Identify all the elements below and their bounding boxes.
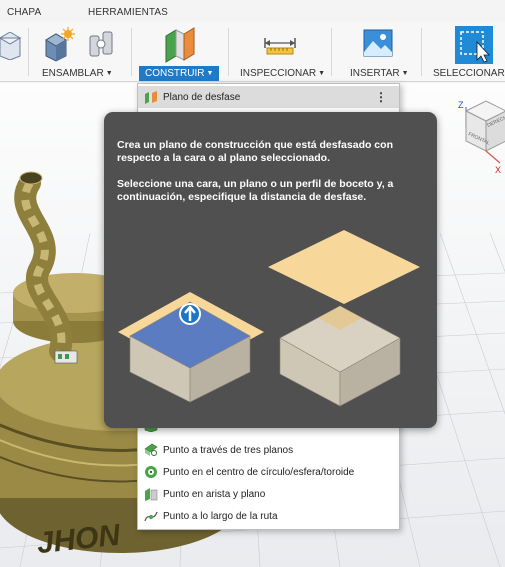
tab-chapa[interactable]: CHAPA bbox=[7, 7, 41, 18]
menu-item-label: Punto a lo largo de la ruta bbox=[163, 510, 278, 522]
measure-icon[interactable] bbox=[263, 34, 297, 56]
ribbon-separator bbox=[331, 28, 332, 76]
menu-item-label: Punto en arista y plano bbox=[163, 488, 266, 500]
menu-item-plano-de-desfase[interactable]: Plano de desfase ⋮ bbox=[138, 86, 399, 108]
insert-image-icon[interactable] bbox=[362, 28, 394, 58]
point-edge-plane-icon bbox=[145, 488, 158, 501]
caret-down-icon: ▼ bbox=[318, 70, 326, 77]
tooltip-description: Crea un plano de construcción que está d… bbox=[117, 139, 393, 164]
menu-item-punto-tres-planos[interactable]: Punto a través de tres planos bbox=[138, 439, 399, 461]
menu-item-label: Punto en el centro de círculo/esfera/tor… bbox=[163, 466, 355, 478]
ribbon-separator bbox=[28, 28, 29, 76]
seleccionar-label: SELECCIONAR bbox=[433, 68, 505, 79]
tooltip-instructions: Seleccione una cara, un plano o un perfi… bbox=[117, 178, 394, 203]
tooltip-offset-plane: Crea un plano de construcción que está d… bbox=[104, 112, 437, 428]
menu-item-punto-centro[interactable]: Punto en el centro de círculo/esfera/tor… bbox=[138, 461, 399, 483]
box-tool-icon[interactable] bbox=[0, 32, 22, 60]
caret-down-icon: ▼ bbox=[206, 70, 214, 77]
illustration-after bbox=[268, 230, 420, 407]
tab-herramientas[interactable]: HERRAMIENTAS bbox=[88, 7, 168, 18]
menu-item-punto-ruta[interactable]: Punto a lo largo de la ruta bbox=[138, 505, 399, 527]
ribbon-separator bbox=[131, 28, 132, 76]
select-tool-icon[interactable] bbox=[455, 26, 493, 64]
construir-label: CONSTRUIR bbox=[145, 68, 205, 79]
insertar-menu[interactable]: INSERTAR ▼ bbox=[350, 68, 409, 79]
view-cube[interactable]: Z FRONTAL DERECHA X bbox=[458, 100, 505, 175]
more-options-icon[interactable]: ⋮ bbox=[375, 90, 387, 104]
point-along-path-icon bbox=[144, 511, 158, 522]
joint-icon[interactable] bbox=[86, 26, 120, 62]
insertar-label: INSERTAR bbox=[350, 68, 400, 79]
menu-item-label: Plano de desfase bbox=[163, 91, 241, 103]
construir-menu[interactable]: CONSTRUIR ▼ bbox=[139, 66, 220, 81]
new-component-icon[interactable] bbox=[42, 26, 76, 62]
point-three-planes-icon bbox=[144, 443, 158, 456]
construct-plane-icon[interactable] bbox=[162, 26, 198, 64]
inspeccionar-menu[interactable]: INSPECCIONAR ▼ bbox=[240, 68, 325, 79]
ribbon-separator bbox=[421, 28, 422, 76]
ribbon-toolbar: ENSAMBLAR ▼ CONSTRUIR ▼ INSPECCIONAR ▼ INSE… bbox=[0, 22, 505, 82]
axis-z-label: Z bbox=[458, 100, 464, 110]
ribbon-separator bbox=[228, 28, 229, 76]
menu-item-punto-arista-plano[interactable]: Punto en arista y plano bbox=[138, 483, 399, 505]
axis-x-label: X bbox=[495, 165, 501, 175]
menu-item-label: Punto a través de tres planos bbox=[163, 444, 294, 456]
offset-plane-icon bbox=[145, 91, 157, 104]
seleccionar-menu[interactable]: SELECCIONAR bbox=[433, 68, 505, 79]
ensamblar-menu[interactable]: ENSAMBLAR ▼ bbox=[42, 68, 113, 79]
tooltip-illustration bbox=[118, 230, 420, 407]
caret-down-icon: ▼ bbox=[401, 70, 409, 77]
illustration-before bbox=[118, 292, 264, 403]
caret-down-icon: ▼ bbox=[105, 70, 113, 77]
point-center-icon bbox=[145, 466, 157, 478]
ribbon-tabs: CHAPA HERRAMIENTAS bbox=[0, 0, 505, 22]
inspeccionar-label: INSPECCIONAR bbox=[240, 68, 317, 79]
ensamblar-label: ENSAMBLAR bbox=[42, 68, 104, 79]
